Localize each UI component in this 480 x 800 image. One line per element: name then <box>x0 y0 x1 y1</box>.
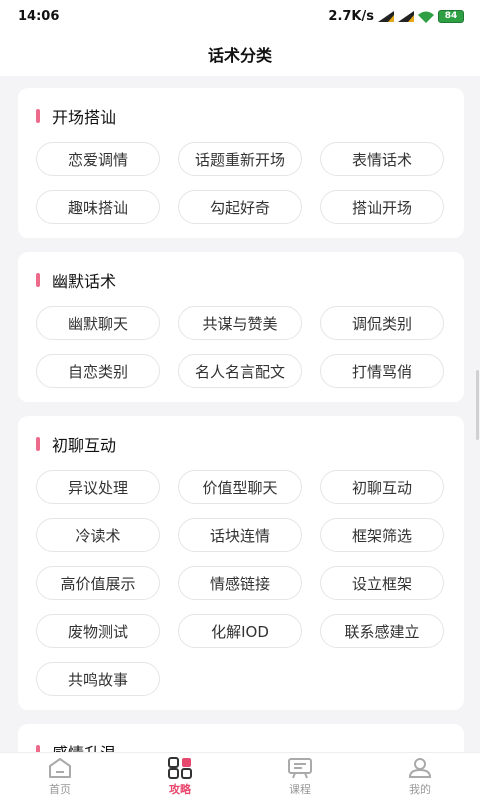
grid-icon <box>167 756 193 779</box>
category-tag[interactable]: 话题重新开场 <box>178 142 302 176</box>
section-accent-bar <box>36 273 40 287</box>
category-tag[interactable]: 名人名言配文 <box>178 354 302 388</box>
category-tag[interactable]: 初聊互动 <box>320 470 444 504</box>
section-title: 幽默话术 <box>52 272 117 291</box>
category-tag[interactable]: 共谋与赞美 <box>178 306 302 340</box>
section-header: 感情升温 <box>36 740 446 752</box>
section-accent-bar <box>36 109 40 123</box>
tab-label: 我的 <box>409 782 431 796</box>
scrollbar[interactable] <box>476 370 479 440</box>
status-time: 14:06 <box>18 8 60 24</box>
tab-label: 攻略 <box>169 782 191 796</box>
tab-label: 首页 <box>49 782 71 796</box>
bottom-tabbar: 首页 攻略 课程 我的 <box>0 752 480 800</box>
category-tag[interactable]: 价值型聊天 <box>178 470 302 504</box>
category-tag[interactable]: 搭讪开场 <box>320 190 444 224</box>
category-tag[interactable]: 调侃类别 <box>320 306 444 340</box>
tag-grid: 幽默聊天 共谋与赞美 调侃类别自恋类别 名人名言配文 打情骂俏 <box>36 306 446 388</box>
section-card: 初聊互动 异议处理 价值型聊天 初聊互动 冷读术 话块连情 框架筛选 高价值展示 情感链接 设立框… <box>18 416 464 710</box>
page-title: 话术分类 <box>207 46 272 65</box>
status-bar: 14:06 2.7K/s 84 <box>0 0 480 32</box>
wifi-icon <box>418 11 434 23</box>
tag-grid: 恋爱调情 话题重新开场 表情话术趣味搭讪 勾起好奇 搭讪开场 <box>36 142 446 224</box>
tab-course[interactable]: 课程 <box>240 753 360 800</box>
section-title: 初聊互动 <box>52 436 117 455</box>
section-card: 感情升温 <box>18 724 464 752</box>
section-title: 开场搭讪 <box>52 108 117 127</box>
page-header: 话术分类 <box>0 32 480 76</box>
category-tag[interactable]: 勾起好奇 <box>178 190 302 224</box>
section-header: 幽默话术 <box>36 268 446 292</box>
tab-label: 课程 <box>289 782 311 796</box>
user-icon <box>407 757 433 779</box>
tag-grid: 异议处理 价值型聊天 初聊互动冷读术 话块连情 框架筛选高价值展示 情感链接 设立框架废物测… <box>36 470 446 696</box>
section-card: 开场搭讪恋爱调情 话题重新开场 表情话术趣味搭讪 勾起好奇 搭讪开场 <box>18 88 464 238</box>
section-accent-bar <box>36 437 40 451</box>
network-speed: 2.7K/s <box>328 8 374 24</box>
category-tag[interactable]: 自恋类别 <box>36 354 160 388</box>
status-icons: 2.7K/s 84 <box>328 9 464 24</box>
tab-mine[interactable]: 我的 <box>360 753 480 800</box>
category-tag[interactable]: 共鸣故事 <box>36 662 160 696</box>
section-header: 初聊互动 <box>36 432 446 456</box>
section-title: 感情升温 <box>52 740 116 752</box>
category-tag[interactable]: 化解IOD <box>178 614 302 648</box>
section-header: 开场搭讪 <box>36 104 446 128</box>
section-accent-bar <box>36 745 40 752</box>
home-icon <box>47 757 73 779</box>
category-tag[interactable]: 趣味搭讪 <box>36 190 160 224</box>
battery-icon: 84 <box>438 9 464 23</box>
category-tag[interactable]: 高价值展示 <box>36 566 160 600</box>
category-tag[interactable]: 联系感建立 <box>320 614 444 648</box>
category-tag[interactable]: 废物测试 <box>36 614 160 648</box>
tab-home[interactable]: 首页 <box>0 753 120 800</box>
category-tag[interactable]: 打情骂俏 <box>320 354 444 388</box>
tab-guide[interactable]: 攻略 <box>120 753 240 800</box>
course-icon <box>287 757 313 779</box>
category-tag[interactable]: 表情话术 <box>320 142 444 176</box>
category-tag[interactable]: 框架筛选 <box>320 518 444 552</box>
category-list[interactable]: 开场搭讪恋爱调情 话题重新开场 表情话术趣味搭讪 勾起好奇 搭讪开场幽默话术幽默聊天 共谋… <box>0 76 480 752</box>
category-tag[interactable]: 恋爱调情 <box>36 142 160 176</box>
category-tag[interactable]: 情感链接 <box>178 566 302 600</box>
category-tag[interactable]: 冷读术 <box>36 518 160 552</box>
signal-icon <box>378 10 394 22</box>
category-tag[interactable]: 异议处理 <box>36 470 160 504</box>
category-tag[interactable]: 话块连情 <box>178 518 302 552</box>
category-tag[interactable]: 幽默聊天 <box>36 306 160 340</box>
signal-icon-2 <box>398 10 414 22</box>
section-card: 幽默话术幽默聊天 共谋与赞美 调侃类别自恋类别 名人名言配文 打情骂俏 <box>18 252 464 402</box>
category-tag[interactable]: 设立框架 <box>320 566 444 600</box>
